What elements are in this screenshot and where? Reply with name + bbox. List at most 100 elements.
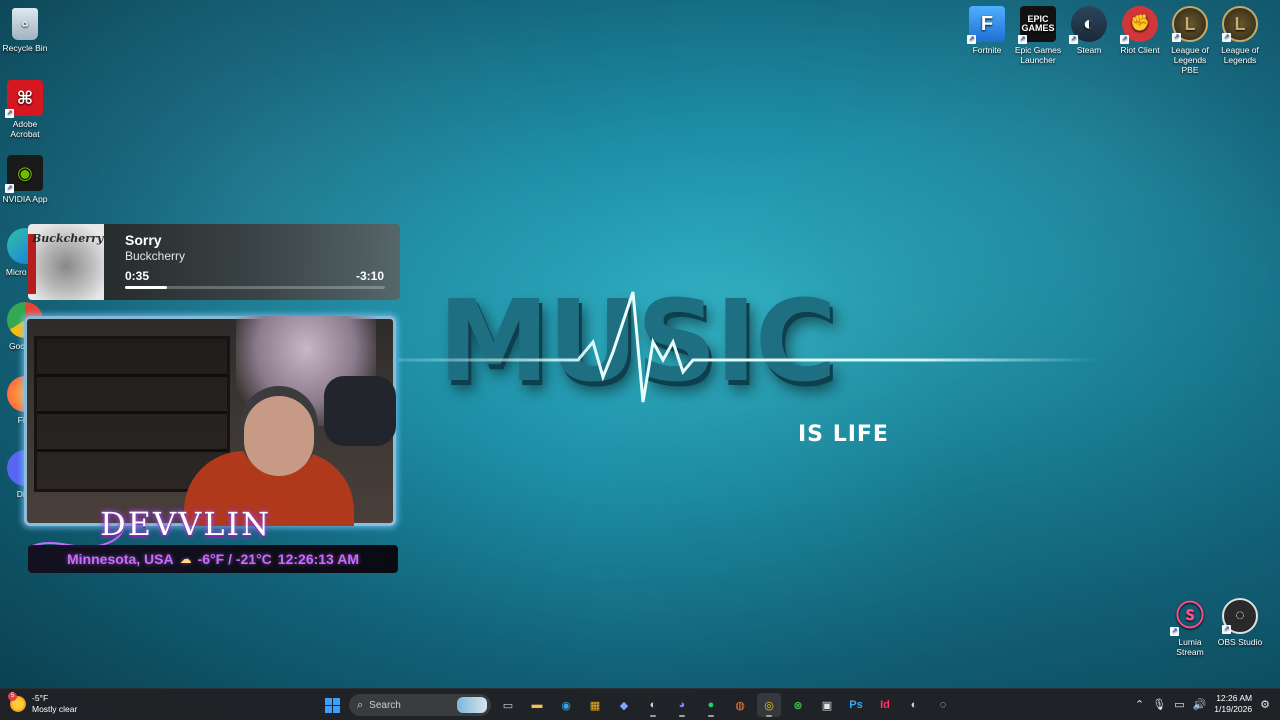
epic-games-glyph: EPIC GAMES xyxy=(1021,14,1055,33)
desktop-icon-adobe-acrobat[interactable]: ⌘ ↗ Adobe Acrobat xyxy=(0,80,50,139)
file-explorer-icon: ▭ xyxy=(502,699,514,712)
desktop-icon-steam[interactable]: ◐ ↗ Steam xyxy=(1064,6,1114,55)
photoshop-icon: Ps xyxy=(849,699,863,711)
system-tray: ⌃ 🎙 ▭ 🔊 12:26 AM 1/19/2026 ⚙ xyxy=(1135,693,1270,715)
taskbar-app-steam-2[interactable]: ◐ xyxy=(902,693,926,717)
location-text: Minnesota, USA xyxy=(67,551,174,567)
running-indicator xyxy=(650,715,656,717)
webcam-background-object xyxy=(324,376,396,446)
desktop-icon-nvidia-app[interactable]: ◉ ↗ NVIDIA App xyxy=(0,155,50,204)
desktop: MUSIC IS LIFE ♻ Recycle Bin ⌘ ↗ Adobe Ac… xyxy=(0,0,1280,720)
desktop-icon-label: Recycle Bin xyxy=(2,43,48,53)
taskbar-app-photoshop[interactable]: Ps xyxy=(844,693,868,717)
wallpaper-tagline: IS LIFE xyxy=(798,422,889,447)
league-icon: L ↗ xyxy=(1222,6,1258,42)
taskbar-app-edge[interactable]: ◉ xyxy=(554,693,578,717)
shortcut-arrow-icon: ↗ xyxy=(1222,625,1231,634)
steam-icon: ◐ xyxy=(649,699,657,711)
taskbar-clock[interactable]: 12:26 AM 1/19/2026 xyxy=(1214,693,1252,715)
start-button[interactable] xyxy=(320,693,344,717)
league-pbe-icon: L ↗ xyxy=(1172,6,1208,42)
wallpaper-art: MUSIC IS LIFE xyxy=(398,282,1098,452)
weather-sun-icon: 5 xyxy=(8,692,26,712)
shortcut-arrow-icon: ↗ xyxy=(967,35,976,44)
shortcut-arrow-icon: ↗ xyxy=(1018,35,1027,44)
webcam-feed xyxy=(24,316,396,526)
shortcut-arrow-icon: ↗ xyxy=(1170,627,1179,636)
taskbar: 5 -5°F Mostly clear ⌕ Search ▭ ▬ ◉ ▦ ◆ ◐ ◕ ● ◍ ◎ ⊗… xyxy=(0,688,1280,720)
desktop-icon-label: League of Legends xyxy=(1221,45,1259,65)
desktop-icon-label: OBS Studio xyxy=(1217,637,1263,647)
steam-2-icon: ◐ xyxy=(910,699,918,711)
folder-icon: ▬ xyxy=(531,699,543,711)
desktop-icon-league[interactable]: L ↗ League of Legends xyxy=(1215,6,1265,65)
search-highlight-art xyxy=(457,697,487,713)
taskbar-app-obs[interactable]: ◌ xyxy=(931,693,955,717)
store-icon: ▦ xyxy=(589,699,601,712)
taskbar-weather-widget[interactable]: 5 -5°F Mostly clear xyxy=(8,692,78,715)
taskbar-app-copilot[interactable]: ◆ xyxy=(612,693,636,717)
now-playing-widget[interactable]: Buckcherry Sorry Buckcherry 0:35 -3:10 xyxy=(28,224,400,300)
volume-icon[interactable]: 🔊 xyxy=(1193,698,1207,711)
adobe-acrobat-icon: ⌘ ↗ xyxy=(5,80,43,118)
desktop-icon-label: Epic Games Launcher xyxy=(1014,45,1062,65)
taskbar-app-discord[interactable]: ◕ xyxy=(670,693,694,717)
taskbar-app-firefox[interactable]: ◍ xyxy=(728,693,752,717)
spotify-icon: ● xyxy=(707,699,715,711)
desktop-icon-recycle-bin[interactable]: ♻ Recycle Bin xyxy=(0,8,50,53)
taskbar-app-steam[interactable]: ◐ xyxy=(641,693,665,717)
obs-icon: ◌ xyxy=(939,699,947,711)
microphone-icon[interactable]: 🎙 xyxy=(1152,698,1166,711)
desktop-icon-label: NVIDIA App xyxy=(2,194,48,204)
clock-date: 1/19/2026 xyxy=(1214,704,1253,714)
weather-desc: Mostly clear xyxy=(32,704,78,714)
search-placeholder: Search xyxy=(369,699,401,711)
taskbar-app-indesign[interactable]: Id xyxy=(873,693,897,717)
song-progress-fill xyxy=(125,286,167,289)
desktop-icon-fortnite[interactable]: F ↗ Fortnite xyxy=(962,6,1012,55)
desktop-icon-league-pbe[interactable]: L ↗ League of Legends PBE xyxy=(1165,6,1215,75)
indesign-icon: Id xyxy=(880,699,890,711)
shortcut-arrow-icon: ↗ xyxy=(1172,33,1181,42)
taskbar-app-chrome[interactable]: ◎ xyxy=(757,693,781,717)
search-icon: ⌕ xyxy=(357,698,364,711)
taskbar-app-spotify[interactable]: ● xyxy=(699,693,723,717)
fortnite-icon: F ↗ xyxy=(967,6,1005,44)
taskbar-app-games[interactable]: ▣ xyxy=(815,693,839,717)
taskbar-app-folder[interactable]: ▬ xyxy=(525,693,549,717)
desktop-icon-label: Riot Client xyxy=(1120,45,1160,55)
taskbar-app-xbox[interactable]: ⊗ xyxy=(786,693,810,717)
time-remaining: -3:10 xyxy=(355,269,384,283)
shortcut-arrow-icon: ↗ xyxy=(5,184,14,193)
copilot-icon: ◆ xyxy=(619,699,629,712)
weather-badge: 5 xyxy=(8,692,17,701)
taskbar-app-file-explorer[interactable]: ▭ xyxy=(496,693,520,717)
xbox-icon: ⊗ xyxy=(793,699,803,712)
steam-glyph: ◐ xyxy=(1082,13,1096,35)
lumia-stream-icon: ⓢ ↗ xyxy=(1170,600,1204,636)
streamer-name: DEVVLIN xyxy=(100,505,272,543)
running-indicator xyxy=(679,715,685,717)
taskbar-search[interactable]: ⌕ Search xyxy=(349,694,491,716)
taskbar-app-store[interactable]: ▦ xyxy=(583,693,607,717)
obs-studio-icon: ◌ ↗ xyxy=(1222,598,1258,634)
taskbar-apps: ▭ ▬ ◉ ▦ ◆ ◐ ◕ ● ◍ ◎ ⊗ ▣ Ps Id ◐ ◌ xyxy=(496,693,955,717)
song-artist: Buckcherry xyxy=(125,249,186,263)
clock-time: 12:26 AM xyxy=(1216,693,1253,703)
network-icon[interactable]: ▭ xyxy=(1174,698,1184,711)
firefox-icon: ◍ xyxy=(735,699,745,712)
desktop-icon-epic-games[interactable]: EPIC GAMES ↗ Epic Games Launcher xyxy=(1013,6,1063,65)
riot-glyph: ✊ xyxy=(1130,15,1150,32)
desktop-icon-riot-client[interactable]: ✊ ↗ Riot Client xyxy=(1115,6,1165,55)
notifications-icon[interactable]: ⚙ xyxy=(1260,698,1270,711)
webcam-person-head xyxy=(244,396,314,476)
fortnite-glyph: F xyxy=(980,13,994,35)
chevron-up-icon[interactable]: ⌃ xyxy=(1135,698,1144,711)
desktop-icon-obs-studio[interactable]: ◌ ↗ OBS Studio xyxy=(1215,598,1265,647)
windows-logo-icon xyxy=(324,697,340,713)
heartbeat-line xyxy=(398,291,1098,403)
temperature-text: -6°F / -21°C xyxy=(197,551,272,567)
desktop-icon-lumia-stream[interactable]: ⓢ ↗ Lumia Stream xyxy=(1165,598,1215,657)
album-art-text: Buckcherry xyxy=(32,232,104,245)
stream-info-bar: Minnesota, USA ☁ -6°F / -21°C 12:26:13 A… xyxy=(28,545,398,573)
